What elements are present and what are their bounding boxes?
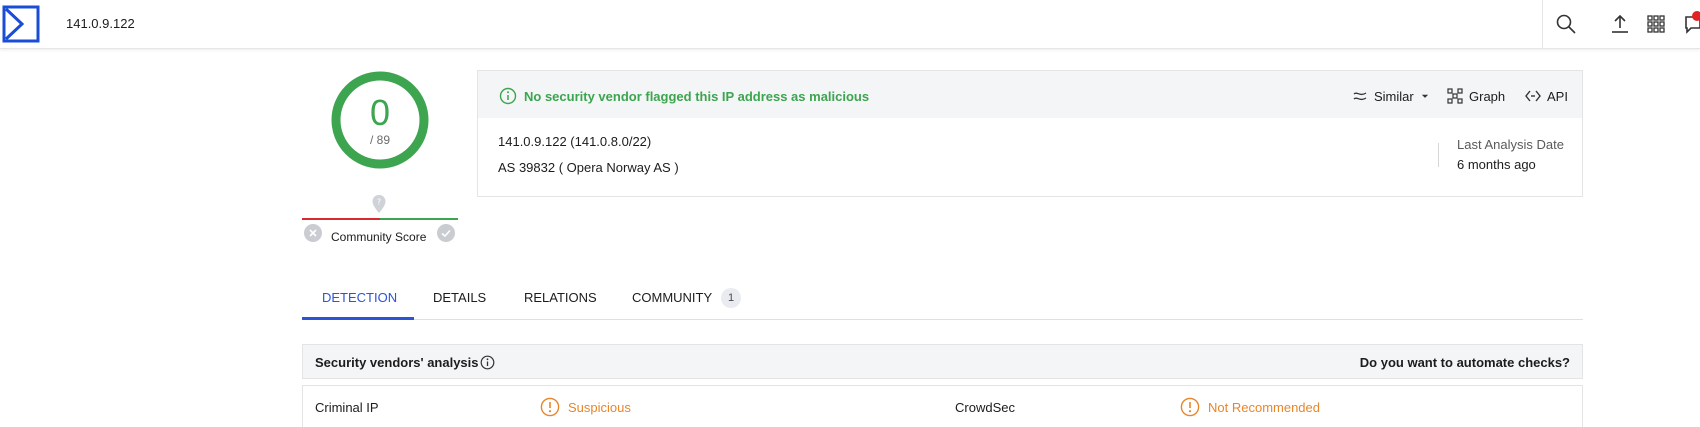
warning-circle-icon <box>540 397 560 417</box>
api-label: API <box>1547 88 1568 104</box>
last-analysis-label: Last Analysis Date <box>1457 137 1564 152</box>
api-button[interactable]: API <box>1525 87 1568 105</box>
vendor-verdict: Suspicious <box>568 400 631 415</box>
ip-network-text[interactable]: 141.0.9.122 (141.0.8.0/22) <box>498 134 651 149</box>
vendor-verdict: Not Recommended <box>1208 400 1320 415</box>
vendor-name: Criminal IP <box>315 400 379 415</box>
detection-total: / 89 <box>369 133 390 147</box>
community-count-badge: 1 <box>721 288 741 308</box>
info-icon[interactable] <box>480 355 495 370</box>
similar-icon <box>1353 92 1367 101</box>
summary-card-header: No security vendor flagged this IP addre… <box>478 71 1582 118</box>
graph-icon <box>1447 88 1463 104</box>
similar-label: Similar <box>1374 88 1414 104</box>
search-icon[interactable] <box>1554 12 1578 36</box>
card-divider <box>1438 143 1439 167</box>
community-score-label: Community Score <box>331 230 427 244</box>
verdict-status-text: No security vendor flagged this IP addre… <box>524 89 870 104</box>
graph-button[interactable]: Graph <box>1447 87 1505 105</box>
community-marker-icon: ? <box>372 195 386 213</box>
sigma-logo-icon[interactable] <box>2 5 40 43</box>
tab-details[interactable]: DETAILS <box>433 290 486 305</box>
warning-circle-icon <box>1180 397 1200 417</box>
notification-badge <box>1692 11 1700 21</box>
asn-text[interactable]: AS 39832 ( Opera Norway AS ) <box>498 160 679 175</box>
svg-text:?: ? <box>377 198 381 207</box>
vendors-analysis-header: Security vendors' analysis Do you want t… <box>302 344 1583 379</box>
last-analysis-value: 6 months ago <box>1457 157 1536 172</box>
vendors-analysis-title: Security vendors' analysis <box>315 355 479 370</box>
vote-malicious-icon[interactable] <box>304 224 322 242</box>
top-bar: 141.0.9.122 <box>0 0 1700 49</box>
chevron-down-icon <box>1421 94 1428 98</box>
upload-icon[interactable] <box>1608 12 1632 36</box>
automate-checks-link[interactable]: Do you want to automate checks? <box>1360 355 1570 370</box>
api-icon <box>1525 90 1541 102</box>
topbar-divider <box>1542 0 1543 49</box>
search-input[interactable]: 141.0.9.122 <box>66 16 135 31</box>
tab-community[interactable]: COMMUNITY <box>632 290 712 305</box>
info-circle-icon <box>499 87 517 105</box>
community-score-bar <box>302 218 458 220</box>
similar-button[interactable]: Similar <box>1352 87 1430 105</box>
tab-detection[interactable]: DETECTION <box>322 290 397 305</box>
vote-harmless-icon[interactable] <box>437 224 455 242</box>
graph-label: Graph <box>1469 88 1506 104</box>
summary-card: No security vendor flagged this IP addre… <box>477 70 1583 197</box>
tab-bar: DETECTION DETAILS RELATIONS COMMUNITY 1 <box>302 278 1583 320</box>
apps-grid-icon[interactable] <box>1644 12 1668 36</box>
active-tab-indicator <box>302 317 414 320</box>
detection-count: 0 <box>369 92 391 133</box>
tab-relations[interactable]: RELATIONS <box>524 290 597 305</box>
table-row: Criminal IP Suspicious CrowdSec Not Reco… <box>302 385 1583 427</box>
vendor-name: CrowdSec <box>955 400 1015 415</box>
